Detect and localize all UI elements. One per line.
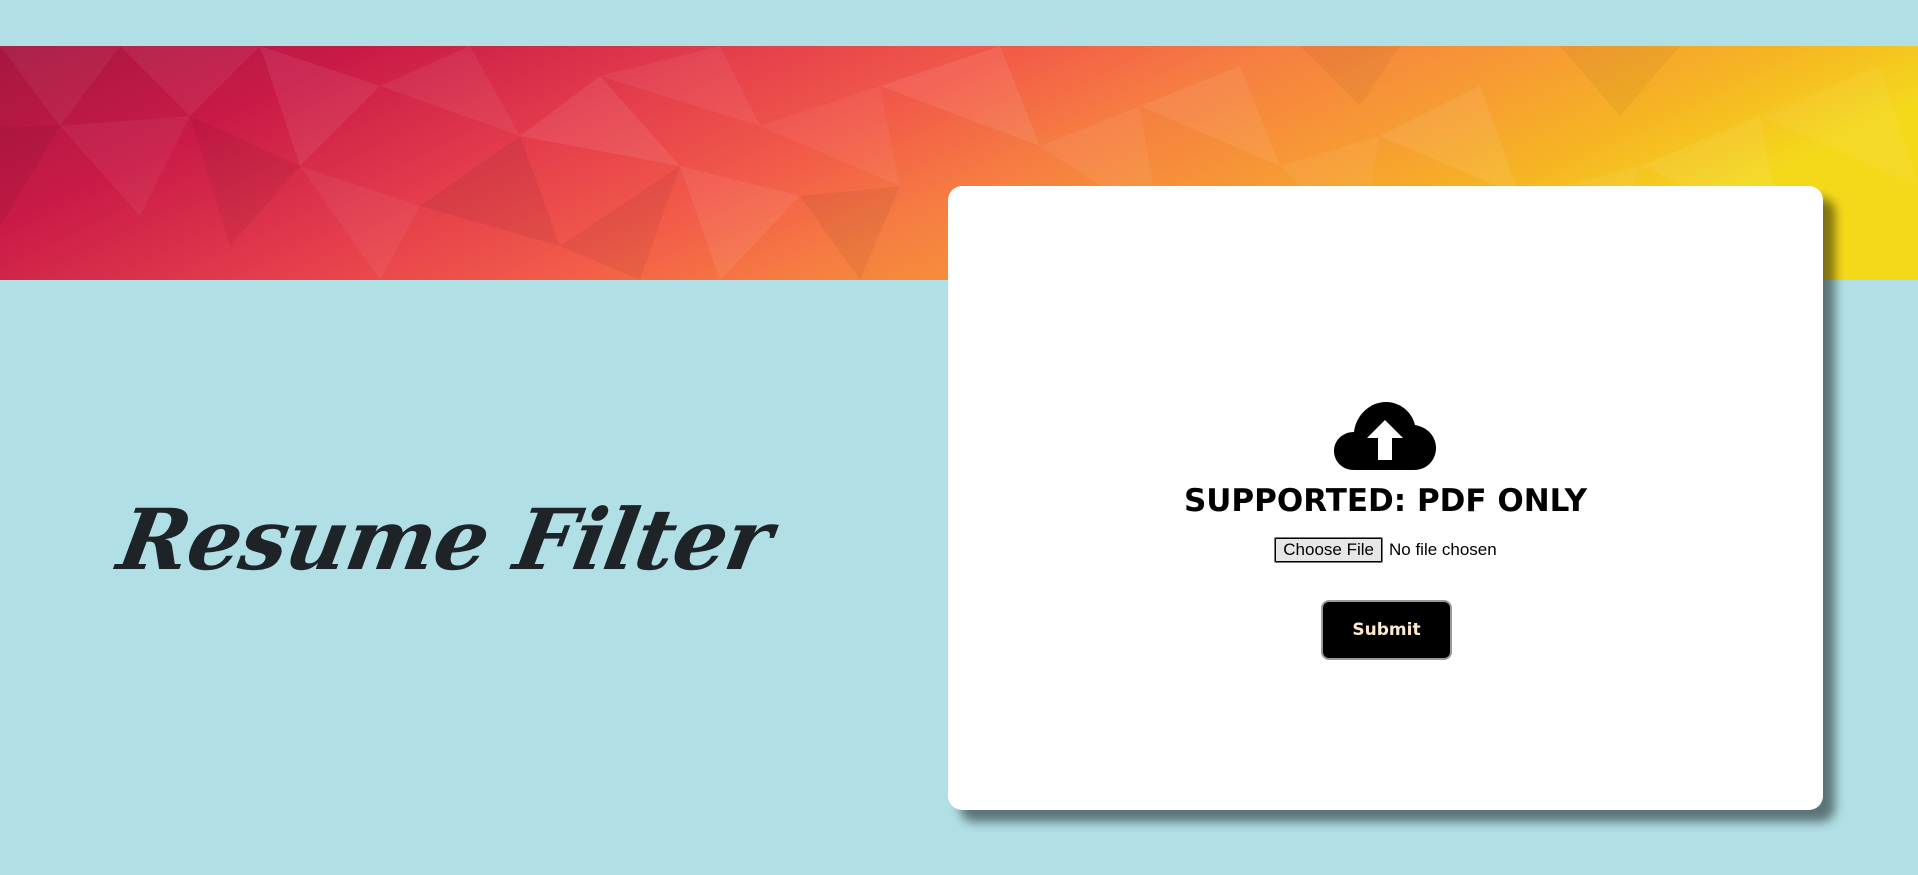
file-input: Choose File No file chosen [948, 537, 1823, 563]
file-status-text: No file chosen [1388, 540, 1497, 559]
brand-logo: Resume Filter [111, 480, 779, 620]
choose-file-button[interactable]: Choose File [1274, 537, 1383, 563]
brand-title: Resume Filter [111, 490, 779, 589]
supported-format-text: SUPPORTED: PDF ONLY [1183, 483, 1588, 519]
upload-card: SUPPORTED: PDF ONLY Choose File No file … [948, 186, 1823, 810]
submit-button[interactable]: Submit [1321, 600, 1452, 660]
cloud-upload-icon [1334, 402, 1436, 470]
